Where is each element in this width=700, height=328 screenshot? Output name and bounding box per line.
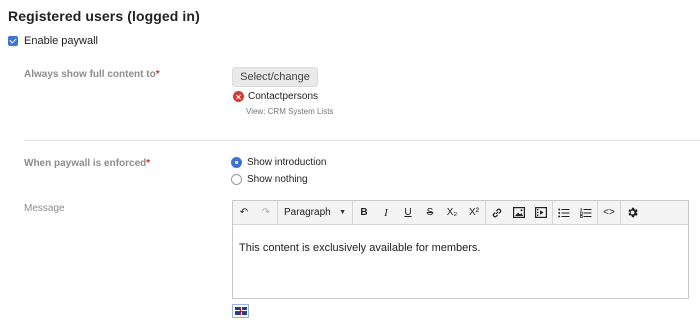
paywall-enforced-label: When paywall is enforced* (24, 158, 151, 169)
enable-paywall-checkbox[interactable] (8, 36, 18, 46)
chevron-down-icon: ▼ (339, 209, 346, 216)
subscript-icon[interactable]: X₂ (441, 201, 463, 225)
enable-paywall-label: Enable paywall (24, 35, 98, 47)
section-title: Registered users (logged in) (8, 8, 200, 24)
required-mark: * (155, 69, 160, 80)
selected-item-subtext: View: CRM System Lists (246, 107, 334, 116)
enable-paywall-row[interactable]: Enable paywall (8, 35, 98, 47)
link-icon[interactable] (486, 201, 508, 225)
block-format-dropdown[interactable]: Paragraph ▼ (278, 201, 352, 225)
superscript-icon[interactable]: X² (463, 201, 485, 225)
divider (24, 140, 700, 141)
bullet-list-icon[interactable] (553, 201, 575, 225)
message-label: Message (24, 203, 65, 214)
required-mark: * (146, 158, 151, 169)
block-format-label: Paragraph (284, 207, 331, 218)
underline-icon[interactable]: U (397, 201, 419, 225)
italic-icon[interactable]: I (375, 201, 397, 225)
undo-icon[interactable]: ↶ (233, 201, 255, 225)
radio-show-introduction[interactable]: Show introduction (231, 157, 327, 168)
source-code-icon[interactable]: <> (598, 201, 620, 225)
settings-gear-icon[interactable] (621, 201, 643, 225)
uk-flag-graphic (234, 307, 247, 315)
editor-toolbar: ↶ ↷ Paragraph ▼ B I U S X₂ X² <> (233, 200, 688, 225)
radio-show-nothing[interactable]: Show nothing (231, 174, 308, 185)
bold-icon[interactable]: B (353, 201, 375, 225)
strikethrough-icon[interactable]: S (419, 201, 441, 225)
editor-content[interactable]: This content is exclusively available fo… (233, 225, 688, 254)
select-change-button[interactable]: Select/change (232, 67, 318, 87)
numbered-list-icon[interactable] (575, 201, 597, 225)
always-show-label: Always show full content to* (24, 69, 160, 80)
selected-contactpersons: Contactpersons (233, 91, 318, 102)
radio-button[interactable] (231, 174, 242, 185)
image-icon[interactable] (508, 201, 530, 225)
radio-label: Show introduction (247, 157, 327, 168)
selected-item-label: Contactpersons (248, 91, 319, 102)
media-icon[interactable] (530, 201, 552, 225)
remove-icon[interactable] (233, 91, 244, 102)
redo-icon[interactable]: ↷ (255, 201, 277, 225)
radio-button-selected[interactable] (231, 157, 242, 168)
radio-label: Show nothing (247, 174, 308, 185)
uk-flag-icon[interactable] (232, 304, 249, 318)
rich-text-editor[interactable]: ↶ ↷ Paragraph ▼ B I U S X₂ X² <> This co… (232, 200, 689, 299)
